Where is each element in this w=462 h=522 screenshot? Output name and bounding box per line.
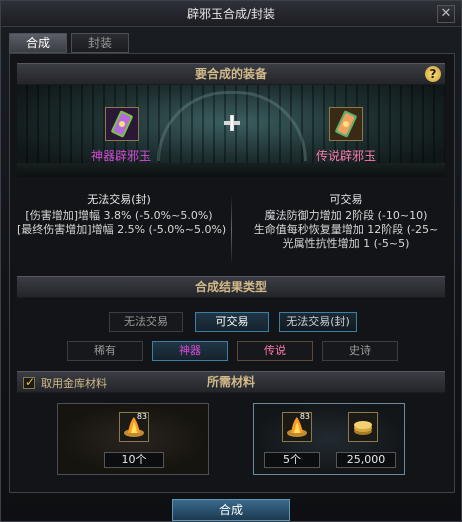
synthesis-window: 辟邪玉合成/封装 ✕ 合成 封装 要合成的装备 ? 神器辟邪玉 传说辟邪玉 无法… bbox=[0, 0, 462, 522]
right-item-stats: 可交易 魔法防御力增加 2阶段 (-10~10) 生命值每秒恢复量增加 12阶段… bbox=[241, 193, 451, 251]
use-vault-checkbox[interactable]: ✓ bbox=[23, 375, 36, 389]
title-bar: 辟邪玉合成/封装 ✕ bbox=[1, 1, 461, 27]
tab-seal[interactable]: 封装 bbox=[71, 33, 129, 53]
fire-material-icon: 83 bbox=[282, 412, 312, 442]
materials-header-text: 所需材料 bbox=[206, 375, 255, 389]
required-header-text: 要合成的装备 bbox=[194, 67, 267, 81]
gold-cost: 25,000 bbox=[336, 452, 396, 468]
right-stat-line: 光属性抗性增加 1 (-5~5) bbox=[282, 237, 410, 250]
left-trade-status: 无法交易(封) bbox=[87, 193, 151, 206]
option-tradable[interactable]: 可交易 bbox=[195, 312, 269, 332]
compose-button[interactable]: 合成 bbox=[172, 499, 290, 521]
altar-ledge bbox=[17, 163, 445, 177]
check-icon: ✓ bbox=[25, 375, 36, 389]
right-stat-line: 生命值每秒恢复量增加 12阶段 (-25~ bbox=[253, 223, 439, 236]
right-item-name: 传说辟邪玉 bbox=[315, 149, 376, 163]
plus-cross-icon bbox=[224, 115, 240, 131]
material-count: 10个 bbox=[104, 452, 164, 468]
tab-synthesis[interactable]: 合成 bbox=[9, 33, 67, 53]
rarity-mythic[interactable]: 史诗 bbox=[322, 341, 398, 361]
right-item-slot[interactable] bbox=[329, 107, 363, 141]
rarity-legend[interactable]: 传说 bbox=[237, 341, 313, 361]
required-equipment-header: 要合成的装备 ? bbox=[17, 63, 445, 85]
result-type-header: 合成结果类型 bbox=[17, 276, 445, 298]
close-icon[interactable]: ✕ bbox=[437, 5, 455, 23]
left-item-stats: 无法交易(封) [伤害增加]增幅 3.8% (-5.0%~5.0%) [最终伤害… bbox=[17, 193, 227, 237]
option-untradable-sealed[interactable]: 无法交易(封) bbox=[279, 312, 357, 332]
stack-count: 83 bbox=[136, 412, 147, 421]
window-title: 辟邪玉合成/封装 bbox=[186, 7, 276, 21]
help-icon[interactable]: ? bbox=[425, 66, 441, 82]
left-stat-line: [最终伤害增加]增幅 2.5% (-5.0%~5.0%) bbox=[17, 223, 227, 236]
right-stat-line: 魔法防御力增加 2阶段 (-10~10) bbox=[264, 209, 428, 222]
material-box-1[interactable]: 83 10个 bbox=[57, 403, 209, 475]
result-header-text: 合成结果类型 bbox=[194, 280, 267, 294]
right-trade-status: 可交易 bbox=[329, 193, 363, 206]
option-untradable[interactable]: 无法交易 bbox=[109, 312, 183, 332]
jade-icon bbox=[330, 108, 362, 140]
use-vault-label: 取用金库材料 bbox=[41, 377, 107, 390]
material-box-2[interactable]: 83 5个 25,000 bbox=[253, 403, 405, 475]
left-item-slot[interactable] bbox=[105, 107, 139, 141]
stack-count: 83 bbox=[299, 412, 310, 421]
stats-divider bbox=[231, 197, 232, 263]
coin-stack-icon bbox=[354, 421, 372, 435]
fire-material-icon: 83 bbox=[119, 412, 149, 442]
material-count: 5个 bbox=[264, 452, 320, 468]
left-stat-line: [伤害增加]增幅 3.8% (-5.0%~5.0%) bbox=[25, 209, 213, 222]
rarity-epic[interactable]: 神器 bbox=[152, 341, 228, 361]
rarity-rare[interactable]: 稀有 bbox=[67, 341, 143, 361]
gold-coin-icon bbox=[348, 412, 378, 442]
left-item-name: 神器辟邪玉 bbox=[90, 149, 151, 163]
jade-icon bbox=[106, 108, 138, 140]
